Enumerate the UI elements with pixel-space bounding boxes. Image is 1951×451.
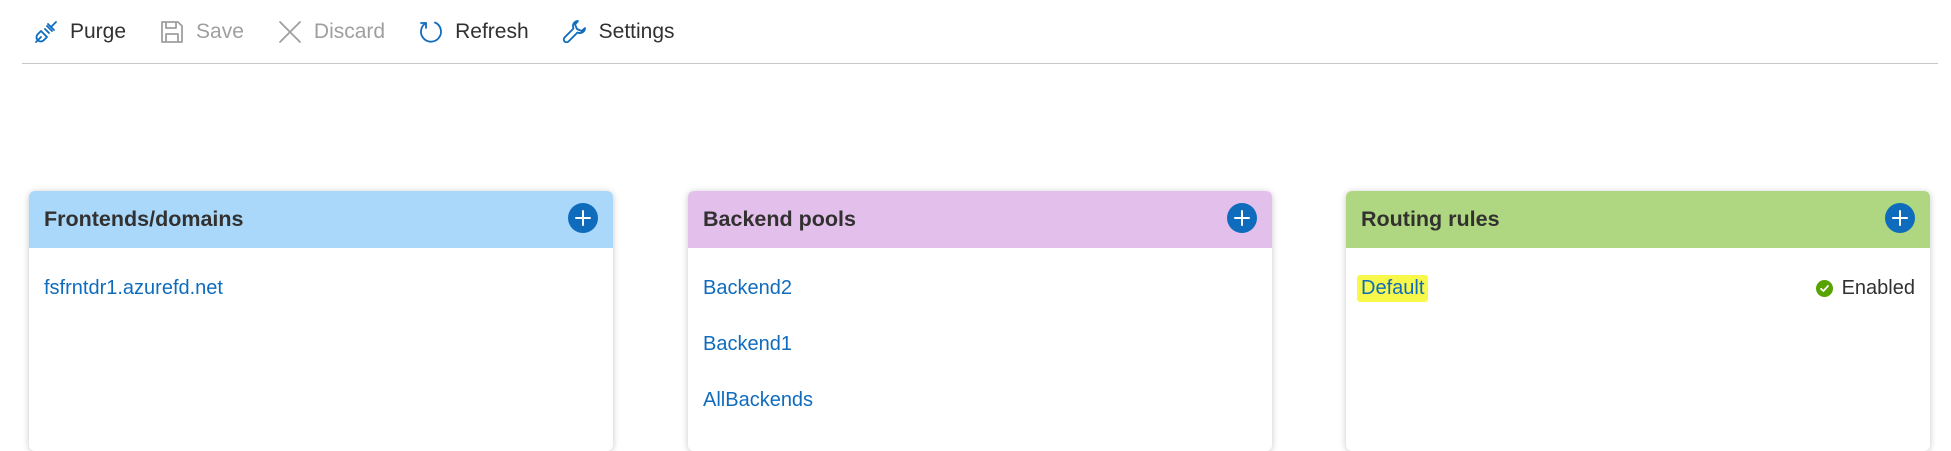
- status-label: Enabled: [1841, 276, 1915, 299]
- add-frontend-button[interactable]: [568, 203, 598, 233]
- list-item: AllBackends: [688, 372, 1272, 428]
- frontends-header: Frontends/domains: [29, 191, 613, 248]
- frontends-title: Frontends/domains: [44, 207, 244, 231]
- plus-icon: [1892, 210, 1908, 226]
- routing-rules-header: Routing rules: [1346, 191, 1930, 248]
- refresh-icon: [420, 21, 442, 43]
- wrench-icon: [562, 19, 586, 43]
- purge-button[interactable]: Purge: [22, 12, 138, 52]
- list-item: fsfrntdr1.azurefd.net: [29, 260, 613, 316]
- discard-button[interactable]: Discard: [266, 12, 397, 52]
- save-icon: [161, 20, 183, 43]
- routing-rules-panel: Routing rules Default Enabled: [1346, 191, 1930, 451]
- plus-icon: [1234, 210, 1250, 226]
- add-backend-pool-button[interactable]: [1227, 203, 1257, 233]
- frontends-panel: Frontends/domains fsfrntdr1.azurefd.net: [29, 191, 613, 451]
- backend-pools-header: Backend pools: [688, 191, 1272, 248]
- refresh-label: Refresh: [455, 19, 529, 43]
- close-icon: [279, 20, 301, 43]
- list-item: Backend2: [688, 260, 1272, 316]
- refresh-button[interactable]: Refresh: [407, 12, 541, 52]
- settings-label: Settings: [598, 19, 675, 43]
- list-item: Default Enabled: [1346, 260, 1930, 316]
- check-circle-icon: [1815, 279, 1833, 297]
- status-badge: Enabled: [1815, 276, 1915, 300]
- list-item: Backend1: [688, 316, 1272, 372]
- backend-pool-link[interactable]: Backend2: [703, 277, 792, 300]
- backend-pools-title: Backend pools: [703, 207, 856, 231]
- save-button[interactable]: Save: [148, 12, 256, 52]
- command-bar: Purge Save Discard Refresh Settings: [22, 0, 1938, 64]
- backend-pool-link[interactable]: Backend1: [703, 333, 792, 356]
- settings-button[interactable]: Settings: [551, 12, 687, 52]
- routing-rules-title: Routing rules: [1361, 207, 1500, 231]
- backend-pool-link[interactable]: AllBackends: [703, 389, 813, 412]
- discard-label: Discard: [313, 19, 386, 43]
- backend-pools-panel: Backend pools Backend2 Backend1 AllBacke…: [688, 191, 1272, 451]
- purge-label: Purge: [70, 19, 127, 43]
- frontend-link[interactable]: fsfrntdr1.azurefd.net: [44, 277, 223, 300]
- routing-rule-link[interactable]: Default: [1357, 274, 1429, 302]
- add-routing-rule-button[interactable]: [1885, 203, 1915, 233]
- plug-icon: [35, 20, 57, 43]
- save-label: Save: [196, 19, 244, 43]
- plus-icon: [575, 210, 591, 226]
